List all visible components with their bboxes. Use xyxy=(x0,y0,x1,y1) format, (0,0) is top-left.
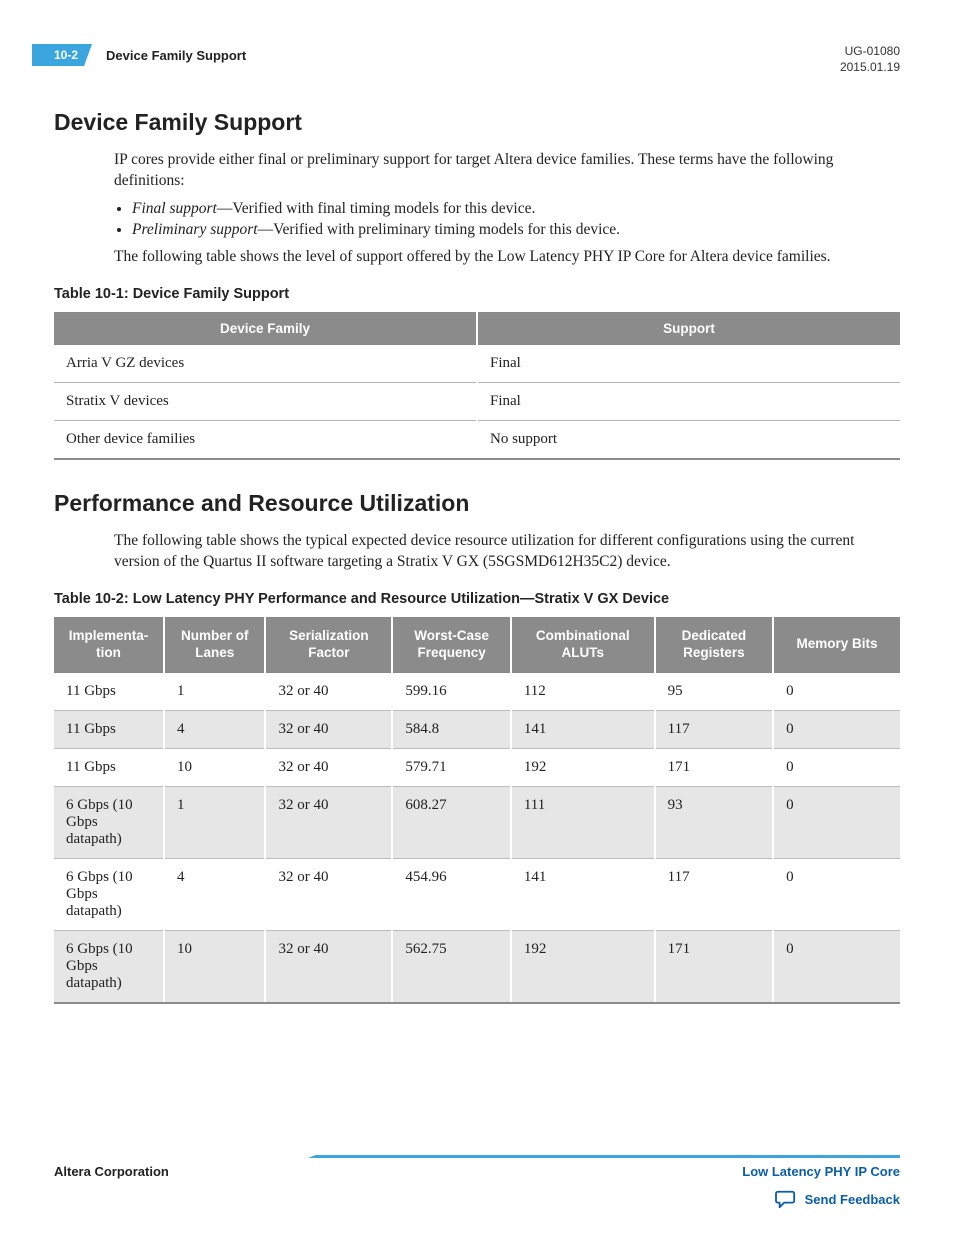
table-row: 11 Gbps432 or 40584.81411170 xyxy=(54,710,900,748)
table-cell: 0 xyxy=(773,786,900,858)
table1-caption: Table 10-1: Device Family Support xyxy=(54,286,900,302)
doc-code: UG-01080 xyxy=(840,44,900,60)
table-cell: 32 or 40 xyxy=(265,672,392,710)
table-cell: 0 xyxy=(773,748,900,786)
t2-header: Memory Bits xyxy=(773,617,900,672)
table-cell: 32 or 40 xyxy=(265,748,392,786)
table-cell: 11 Gbps xyxy=(54,710,164,748)
table-row: 6 Gbps (10 Gbps datapath)132 or 40608.27… xyxy=(54,786,900,858)
table-cell: 171 xyxy=(655,748,773,786)
table-cell: 6 Gbps (10 Gbps datapath) xyxy=(54,858,164,930)
t2-header: Worst-Case Frequency xyxy=(392,617,510,672)
table-row: Stratix V devicesFinal xyxy=(54,382,900,420)
section1-post-list: The following table shows the level of s… xyxy=(114,247,900,268)
section1-body: IP cores provide either final or prelimi… xyxy=(114,150,900,268)
page-footer: Altera Corporation Low Latency PHY IP Co… xyxy=(54,1155,900,1209)
table-cell: 1 xyxy=(164,786,266,858)
table-cell: Stratix V devices xyxy=(54,382,477,420)
table-cell: 4 xyxy=(164,710,266,748)
table-row: 11 Gbps132 or 40599.16112950 xyxy=(54,672,900,710)
header-left: 10-2 Device Family Support xyxy=(54,44,246,66)
table-cell: 32 or 40 xyxy=(265,786,392,858)
doc-date: 2015.01.19 xyxy=(840,60,900,76)
t1-h1: Support xyxy=(477,312,900,344)
table-cell: 599.16 xyxy=(392,672,510,710)
table-device-family-support: Device Family Support Arria V GZ devices… xyxy=(54,312,900,460)
table-cell: 6 Gbps (10 Gbps datapath) xyxy=(54,786,164,858)
page-number-badge: 10-2 xyxy=(32,44,92,66)
def-final-term: Final support xyxy=(132,200,217,217)
definition-list: Final support—Verified with final timing… xyxy=(132,200,900,239)
table2-caption: Table 10-2: Low Latency PHY Performance … xyxy=(54,591,900,607)
section2-intro: The following table shows the typical ex… xyxy=(114,531,900,573)
table-cell: 6 Gbps (10 Gbps datapath) xyxy=(54,930,164,1003)
def-preliminary: Preliminary support—Verified with prelim… xyxy=(132,221,900,239)
section2-title: Performance and Resource Utilization xyxy=(54,490,900,517)
table-cell: 10 xyxy=(164,930,266,1003)
table-cell: 454.96 xyxy=(392,858,510,930)
table-cell: 112 xyxy=(511,672,655,710)
t2-header: Implementa­tion xyxy=(54,617,164,672)
table-cell: 0 xyxy=(773,672,900,710)
send-feedback-link[interactable]: Send Feedback xyxy=(805,1192,900,1207)
table-cell: 4 xyxy=(164,858,266,930)
table-cell: 93 xyxy=(655,786,773,858)
table-cell: 111 xyxy=(511,786,655,858)
table-cell: 1 xyxy=(164,672,266,710)
t2-header: Dedicated Registers xyxy=(655,617,773,672)
footer-company: Altera Corporation xyxy=(54,1164,169,1179)
table-cell: Arria V GZ devices xyxy=(54,344,477,382)
t2-header: Combinational ALUTs xyxy=(511,617,655,672)
header-right: UG-01080 2015.01.19 xyxy=(840,44,900,75)
footer-rule xyxy=(308,1155,900,1158)
table-cell: 0 xyxy=(773,930,900,1003)
table-cell: 0 xyxy=(773,858,900,930)
table-cell: No support xyxy=(477,420,900,459)
table-cell: 171 xyxy=(655,930,773,1003)
table-cell: 141 xyxy=(511,710,655,748)
table-cell: 11 Gbps xyxy=(54,672,164,710)
table-cell: Final xyxy=(477,382,900,420)
table-cell: 562.75 xyxy=(392,930,510,1003)
table-cell: 117 xyxy=(655,710,773,748)
def-prelim-term: Preliminary support xyxy=(132,221,258,238)
table-performance-utilization: Implementa­tionNumber of LanesSerializat… xyxy=(54,617,900,1004)
table-cell: 608.27 xyxy=(392,786,510,858)
table-row: 6 Gbps (10 Gbps datapath)432 or 40454.96… xyxy=(54,858,900,930)
def-final: Final support—Verified with final timing… xyxy=(132,200,900,218)
header-section-name: Device Family Support xyxy=(106,48,246,63)
table-cell: Final xyxy=(477,344,900,382)
table-cell: 579.71 xyxy=(392,748,510,786)
table-cell: Other device families xyxy=(54,420,477,459)
t1-h0: Device Family xyxy=(54,312,477,344)
t2-header: Serialization Factor xyxy=(265,617,392,672)
section1-title: Device Family Support xyxy=(54,109,900,136)
table-row: 11 Gbps1032 or 40579.711921710 xyxy=(54,748,900,786)
table-row: Other device familiesNo support xyxy=(54,420,900,459)
def-final-desc: —Verified with final timing models for t… xyxy=(217,200,536,217)
page-header: 10-2 Device Family Support UG-01080 2015… xyxy=(54,44,900,75)
table-cell: 192 xyxy=(511,748,655,786)
table-row: 6 Gbps (10 Gbps datapath)1032 or 40562.7… xyxy=(54,930,900,1003)
feedback-icon[interactable] xyxy=(775,1189,797,1209)
t2-header: Number of Lanes xyxy=(164,617,266,672)
footer-chapter-link[interactable]: Low Latency PHY IP Core xyxy=(742,1164,900,1179)
table-cell: 584.8 xyxy=(392,710,510,748)
table-cell: 32 or 40 xyxy=(265,710,392,748)
table-cell: 95 xyxy=(655,672,773,710)
section2-body: The following table shows the typical ex… xyxy=(114,531,900,573)
table-cell: 11 Gbps xyxy=(54,748,164,786)
table-cell: 32 or 40 xyxy=(265,858,392,930)
table-cell: 141 xyxy=(511,858,655,930)
table-cell: 192 xyxy=(511,930,655,1003)
table-cell: 117 xyxy=(655,858,773,930)
table-cell: 32 or 40 xyxy=(265,930,392,1003)
table-cell: 0 xyxy=(773,710,900,748)
def-prelim-desc: —Verified with preliminary timing models… xyxy=(258,221,620,238)
table-cell: 10 xyxy=(164,748,266,786)
table-row: Arria V GZ devicesFinal xyxy=(54,344,900,382)
section1-intro: IP cores provide either final or prelimi… xyxy=(114,150,900,192)
